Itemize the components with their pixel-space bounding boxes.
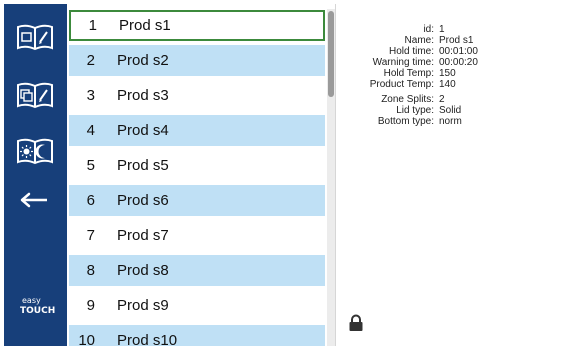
detail-label: Hold Temp: <box>383 68 434 79</box>
list-item[interactable]: 10 Prod s10 <box>69 325 325 346</box>
easytouch-logo: easy TOUCH <box>4 296 67 316</box>
detail-value: 2 <box>439 94 445 105</box>
product-details: id: 1 Name: Prod s1 Hold time: 00:01:00 … <box>336 24 561 127</box>
back-button[interactable] <box>12 182 58 220</box>
product-number: 5 <box>86 157 95 174</box>
list-item[interactable]: 2 Prod s2 <box>69 45 325 76</box>
detail-label: id: <box>423 24 434 35</box>
detail-row-hold-time: Hold time: 00:01:00 <box>336 46 561 57</box>
detail-row-warning-time: Warning time: 00:00:20 <box>336 57 561 68</box>
product-name: Prod s10 <box>117 332 178 346</box>
logo-top-text: easy <box>22 296 41 305</box>
book-edit-icon <box>17 24 53 51</box>
product-name: Prod s4 <box>117 122 169 139</box>
detail-row-zone-splits: Zone Splits: 2 <box>336 94 561 105</box>
list-item[interactable]: 3 Prod s3 <box>69 80 325 111</box>
detail-value: 00:00:20 <box>439 57 478 68</box>
detail-row-lid-type: Lid type: Solid <box>336 105 561 116</box>
detail-row-bottom-type: Bottom type: norm <box>336 116 561 127</box>
product-number: 2 <box>86 52 95 69</box>
product-number: 1 <box>88 17 97 34</box>
logo-bottom-text: TOUCH <box>20 306 56 316</box>
detail-row-name: Name: Prod s1 <box>336 35 561 46</box>
detail-label: Product Temp: <box>369 79 434 90</box>
product-number: 3 <box>86 87 95 104</box>
sidebar: easy TOUCH <box>4 4 67 346</box>
list-item[interactable]: 9 Prod s9 <box>69 290 325 321</box>
list-item[interactable]: 6 Prod s6 <box>69 185 325 216</box>
detail-label: Warning time: <box>372 57 434 68</box>
list-item[interactable]: 4 Prod s4 <box>69 115 325 146</box>
product-name: Prod s8 <box>117 262 169 279</box>
product-name: Prod s2 <box>117 52 169 69</box>
product-number: 9 <box>86 297 95 314</box>
book-edit-button[interactable] <box>12 18 58 56</box>
lock-button[interactable] <box>348 314 364 332</box>
list-item[interactable]: 8 Prod s8 <box>69 255 325 286</box>
lock-icon <box>349 314 363 331</box>
book-copy-button[interactable] <box>12 76 58 114</box>
product-number: 6 <box>86 192 95 209</box>
product-name: Prod s7 <box>117 227 169 244</box>
list-item[interactable]: 7 Prod s7 <box>69 220 325 251</box>
product-number: 4 <box>86 122 95 139</box>
detail-label: Hold time: <box>388 46 434 57</box>
detail-value: 140 <box>439 79 456 90</box>
book-copy-icon <box>17 82 53 109</box>
product-number: 7 <box>86 227 95 244</box>
detail-value: 150 <box>439 68 456 79</box>
scrollbar-thumb[interactable] <box>328 11 334 97</box>
back-arrow-icon <box>20 192 47 208</box>
day-night-button[interactable] <box>12 132 58 170</box>
product-name: Prod s9 <box>117 297 169 314</box>
product-list: 1 Prod s1 2 Prod s2 3 Prod s3 4 Prod s4 … <box>69 9 327 346</box>
list-item[interactable]: 5 Prod s5 <box>69 150 325 181</box>
list-scrollbar[interactable] <box>327 9 335 346</box>
product-name: Prod s3 <box>117 87 169 104</box>
list-item[interactable]: 1 Prod s1 <box>69 10 325 41</box>
product-name: Prod s5 <box>117 157 169 174</box>
detail-value: Prod s1 <box>439 35 474 46</box>
detail-label: Zone Splits: <box>381 94 434 105</box>
detail-value: 1 <box>439 24 445 35</box>
detail-label: Bottom type: <box>377 116 434 127</box>
product-name: Prod s6 <box>117 192 169 209</box>
detail-label: Name: <box>404 35 434 46</box>
app-screen: easy TOUCH 1 Prod s1 2 Prod s2 3 Prod s3… <box>0 0 565 349</box>
detail-row-hold-temp: Hold Temp: 150 <box>336 68 561 79</box>
detail-row-id: id: 1 <box>336 24 561 35</box>
detail-value: Solid <box>439 105 462 116</box>
detail-value: 00:01:00 <box>439 46 478 57</box>
product-number: 10 <box>78 332 95 346</box>
day-night-book-icon <box>17 138 53 165</box>
product-name: Prod s1 <box>119 17 171 34</box>
detail-row-product-temp: Product Temp: 140 <box>336 79 561 90</box>
product-number: 8 <box>86 262 95 279</box>
detail-label: Lid type: <box>396 105 434 116</box>
detail-value: norm <box>439 116 462 127</box>
